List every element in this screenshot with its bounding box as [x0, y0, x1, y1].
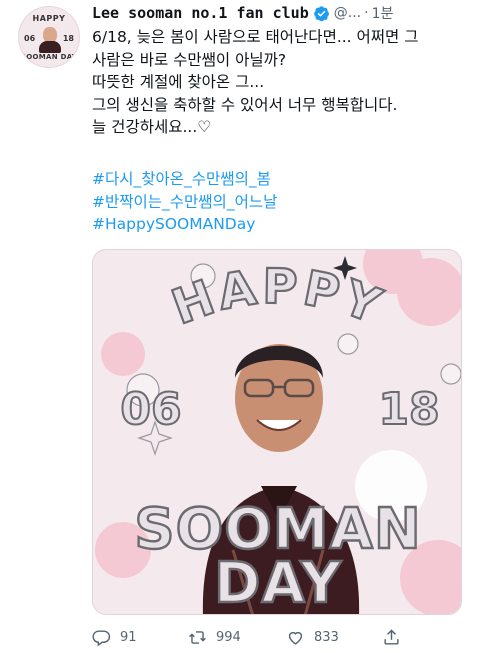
poster-month: 06: [120, 384, 181, 435]
display-name[interactable]: Lee sooman no.1 fan club: [92, 4, 309, 22]
retweet-button[interactable]: 994: [188, 628, 286, 647]
separator-dot: ·: [364, 5, 369, 21]
tweet-line: 그의 생신을 축하할 수 있어서 너무 행복합니다.: [92, 95, 398, 114]
like-button[interactable]: 833: [286, 628, 382, 647]
tweet-line: 6/18, 늦은 봄이 사람으로 태어난다면... 어쩌면 그: [92, 28, 419, 46]
tweet: HAPPY 06 18 SOOMAN DAY Lee sooman no.1 f…: [0, 0, 480, 653]
hashtag-link[interactable]: #반짝이는_수만쌤의_어느날: [92, 191, 277, 214]
avatar-body: [39, 41, 61, 53]
share-icon: [384, 628, 399, 645]
avatar-sooman-day-text: SOOMAN DAY: [20, 53, 78, 61]
reply-icon: [92, 629, 111, 646]
reply-count: 91: [120, 629, 137, 645]
reply-button[interactable]: 91: [92, 628, 188, 647]
poster-day: 18: [378, 384, 439, 435]
avatar-month-text: 06: [24, 34, 36, 43]
retweet-count: 994: [216, 629, 241, 645]
verified-badge-icon: [313, 5, 329, 21]
decor-circle: [440, 363, 461, 385]
tweet-image[interactable]: HAPPY 06 18 SOOMAN DAY: [92, 249, 462, 615]
timestamp[interactable]: 1분: [372, 3, 394, 23]
poster-title-day: DAY: [214, 551, 342, 615]
hashtag-link[interactable]: #다시_찾아온_수만쌤의_봄: [92, 168, 277, 191]
share-button[interactable]: [382, 628, 410, 647]
decor-circle: [101, 332, 145, 376]
action-bar: 91 994 833: [92, 626, 462, 648]
tweet-line: 따뜻한 계절에 찾아온 그...: [92, 73, 265, 91]
avatar-day-text: 18: [62, 34, 74, 43]
decor-circle: [397, 258, 461, 326]
tweet-line: 늘 건강하세요...♡: [92, 118, 212, 136]
retweet-icon: [189, 630, 206, 644]
like-count: 833: [314, 629, 339, 645]
poster-graphic: HAPPY 06 18 SOOMAN DAY: [93, 250, 461, 615]
avatar[interactable]: HAPPY 06 18 SOOMAN DAY: [18, 6, 80, 68]
decor-circle: [337, 333, 359, 355]
tweet-header: Lee sooman no.1 fan club @... · 1분: [92, 2, 393, 24]
tweet-line: 사람은 바로 수만쌤이 아닐까?: [92, 50, 287, 69]
hashtag-link[interactable]: #HappySOOMANDay: [92, 213, 277, 236]
handle[interactable]: @...: [334, 5, 361, 21]
heart-icon: [288, 631, 303, 645]
avatar-happy-text: HAPPY: [32, 14, 66, 23]
tweet-text: 6/18, 늦은 봄이 사람으로 태어난다면... 어쩌면 그 사람은 바로 수…: [92, 26, 470, 139]
hashtag-list: #다시_찾아온_수만쌤의_봄 #반짝이는_수만쌤의_어느날 #HappySOOM…: [92, 168, 277, 236]
